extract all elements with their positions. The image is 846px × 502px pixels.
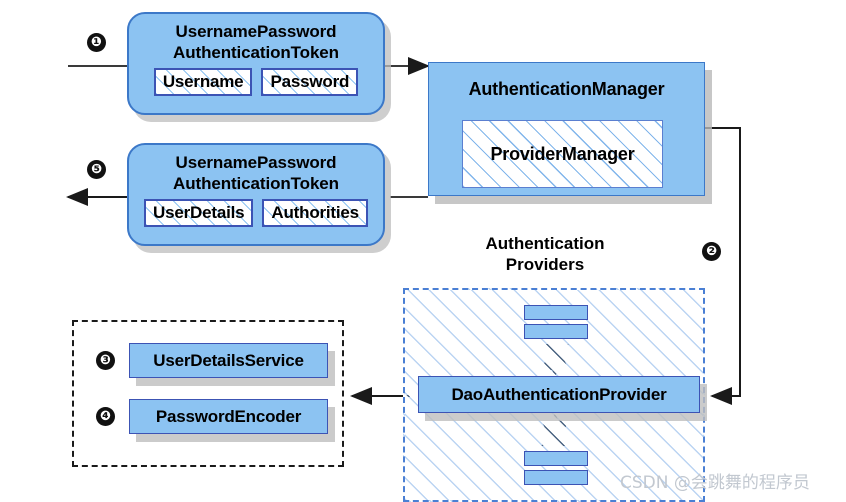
authentication-providers-label: Authentication Providers [455,233,635,275]
password-encoder-box: PasswordEncoder [129,399,328,434]
user-details-service-box: UserDetailsService [129,343,328,378]
request-token-card: UsernamePassword AuthenticationToken Use… [127,12,385,115]
provider-bar-top-2 [524,324,588,339]
csdn-watermark: CSDN @会跳舞的程序员 [620,473,810,493]
slot-username: Username [153,68,253,96]
response-token-title-line2: AuthenticationToken [173,174,339,193]
provider-bar-bottom-1 [524,451,588,466]
slot-password: Password [261,68,359,96]
provider-bar-bottom-2 [524,470,588,485]
step-marker-4: ❹ [96,407,115,426]
step-marker-1: ❶ [87,33,106,52]
slot-authorities: Authorities [262,199,368,227]
authentication-manager-title: AuthenticationManager [468,79,665,99]
step-marker-5: ❺ [87,160,106,179]
step-marker-2: ❷ [702,242,721,261]
provider-manager-box: ProviderManager [462,120,663,188]
request-token-title-line1: UsernamePassword [175,22,337,41]
dao-authentication-provider-box: DaoAuthenticationProvider [418,376,700,413]
response-token-title: UsernamePassword AuthenticationToken [129,145,383,194]
authentication-providers-label-line2: Providers [505,255,585,274]
response-token-card: UsernamePassword AuthenticationToken Use… [127,143,385,246]
authentication-manager-box: AuthenticationManager ProviderManager [428,62,705,196]
authentication-providers-label-line1: Authentication [485,234,605,253]
response-token-slots: UserDetails Authorities [129,199,383,227]
request-token-title-line2: AuthenticationToken [173,43,339,62]
step-marker-3: ❸ [96,351,115,370]
response-token-title-line1: UsernamePassword [175,153,337,172]
request-token-slots: Username Password [129,68,383,96]
diagram-canvas: ❶ UsernamePassword AuthenticationToken U… [0,0,846,502]
provider-bar-top-1 [524,305,588,320]
request-token-title: UsernamePassword AuthenticationToken [129,14,383,63]
slot-userdetails: UserDetails [144,199,254,227]
